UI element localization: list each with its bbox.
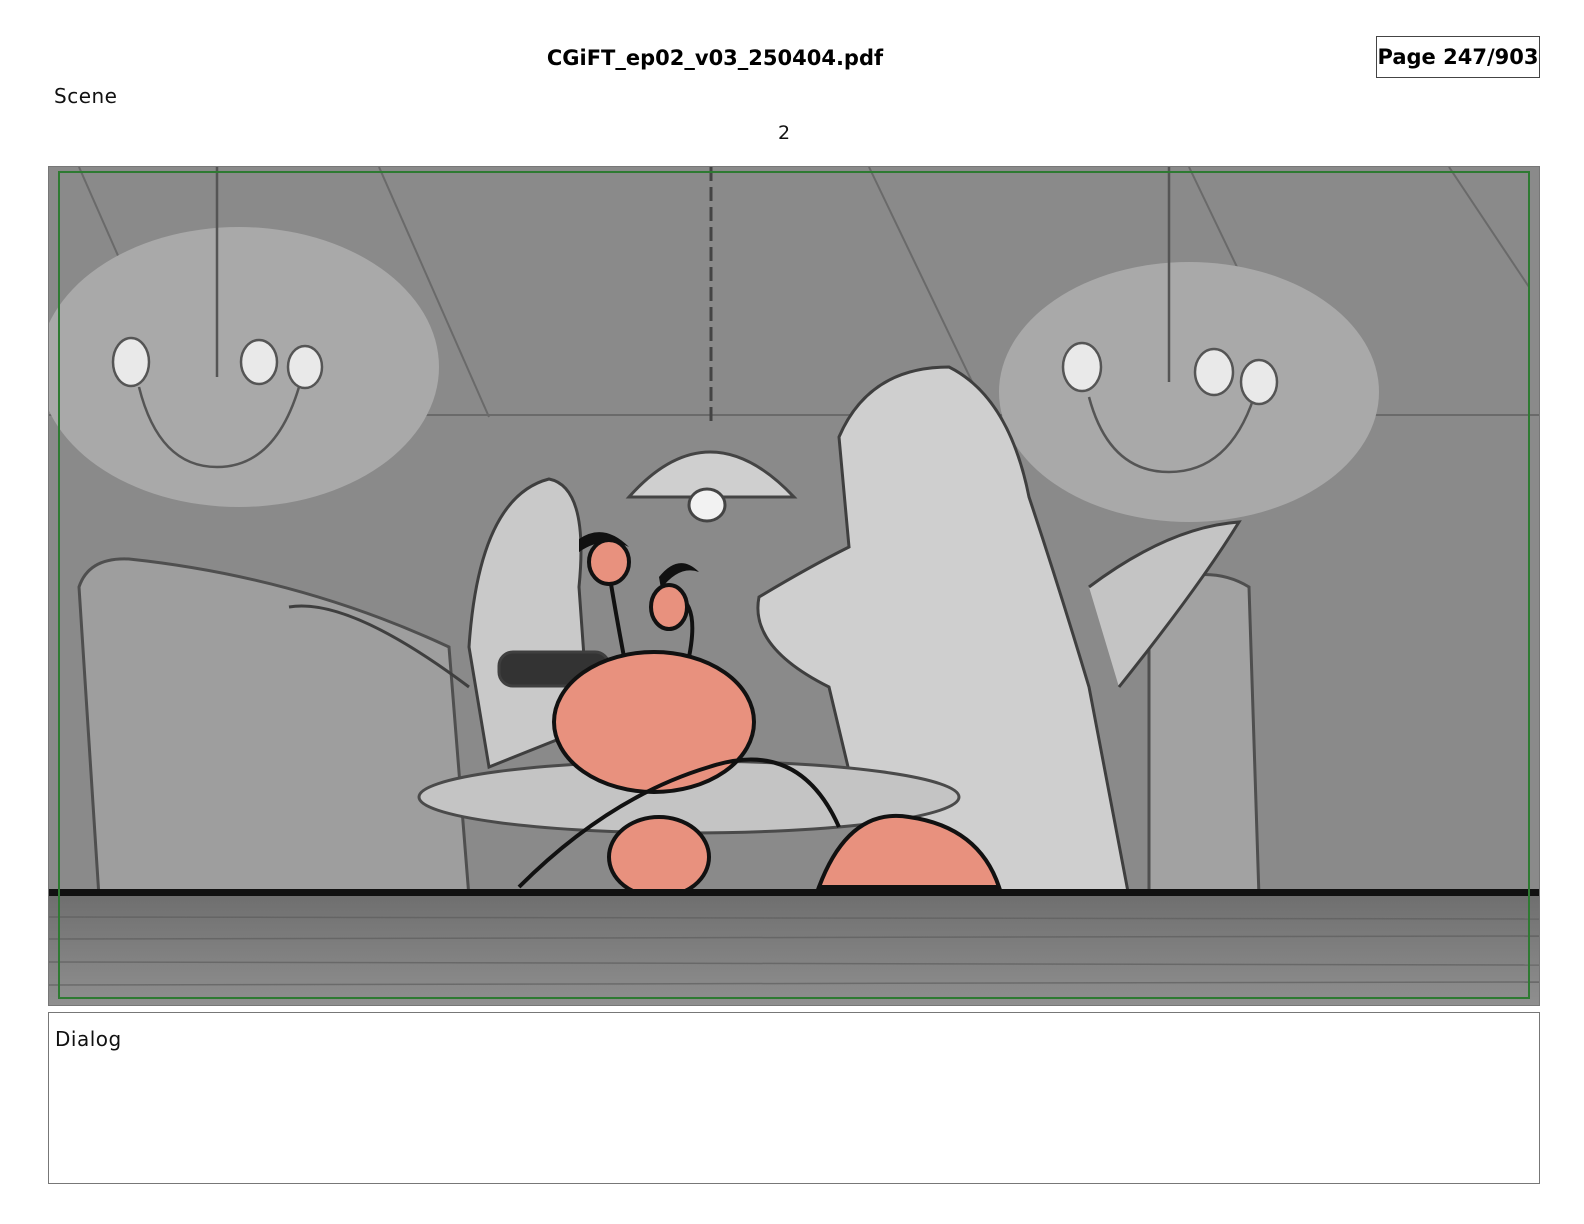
document-title: CGiFT_ep02_v03_250404.pdf xyxy=(546,46,884,70)
wooden-counter xyxy=(49,896,1539,1005)
page-indicator: Page 247/903 xyxy=(1376,36,1540,78)
counter-edge xyxy=(49,889,1539,896)
storyboard-panel xyxy=(48,166,1540,1006)
panel-artwork xyxy=(49,167,1539,1005)
dialog-box: Dialog xyxy=(48,1012,1540,1184)
scene-number: 2 xyxy=(777,122,791,144)
dialog-label: Dialog xyxy=(55,1027,122,1051)
right-light-halo xyxy=(999,262,1379,522)
scene-label: Scene xyxy=(54,84,118,108)
